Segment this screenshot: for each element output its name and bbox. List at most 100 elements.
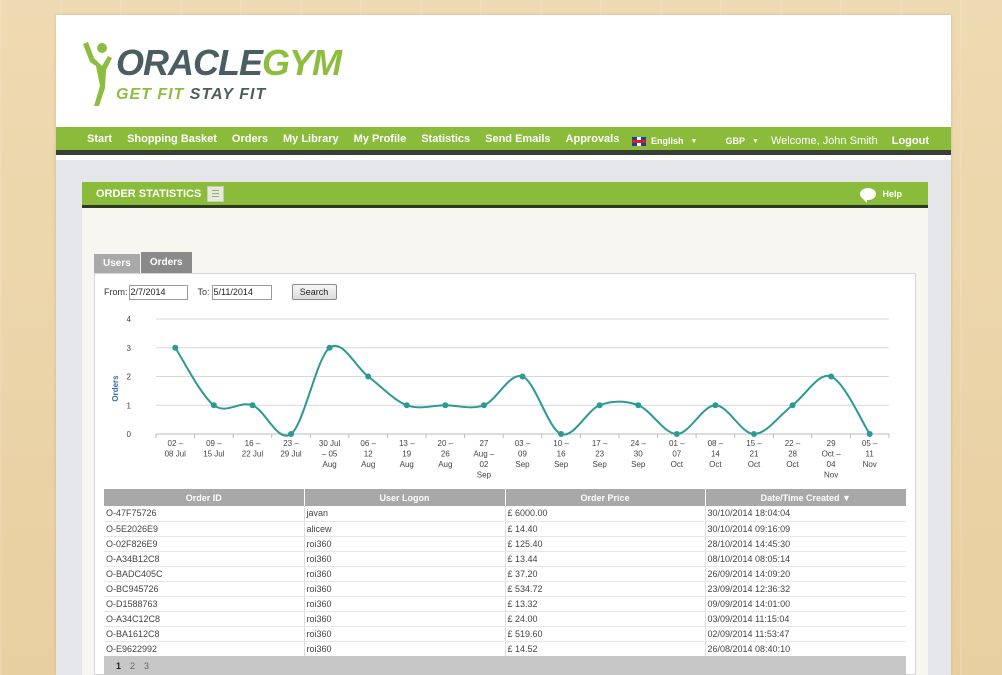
user-logon-cell: alicew: [304, 521, 506, 537]
x-tick-label: Sep: [515, 460, 530, 469]
nav-start[interactable]: Start: [87, 133, 112, 145]
panel-title: ORDER STATISTICS: [96, 187, 202, 200]
y-tick-label: 0: [127, 430, 132, 439]
data-point: [288, 431, 295, 437]
x-tick-label: 07: [672, 450, 681, 459]
x-tick-label: 19: [402, 450, 411, 459]
orders-tab-content: From: To: Search 01234Orders02 –08 Jul09…: [94, 273, 916, 675]
order-id-cell: O-BA1612C8: [104, 626, 305, 642]
date-created-cell: 03/09/2014 11:15:04: [705, 611, 906, 627]
x-tick-label: 09 –: [206, 439, 222, 448]
caret-down-icon: ▼: [752, 137, 759, 145]
order-price-cell: £ 13.32: [505, 596, 706, 612]
x-tick-label: 30 Jul: [319, 439, 341, 448]
x-tick-label: 23: [595, 450, 604, 459]
col-header-order-id[interactable]: Order ID: [104, 489, 305, 506]
nav-right: English ▼ GBP ▼ Welcome, John Smith Logo…: [632, 127, 951, 155]
table-row: O-D1588763 roi360 £ 13.32 09/09/2014 14:01:…: [104, 596, 906, 612]
date-created-cell: 28/10/2014 14:45:30: [705, 536, 906, 552]
orders-line-chart: 01234Orders02 –08 Jul09 –15 Jul16 –22 Ju…: [111, 315, 890, 480]
tab-users[interactable]: Users: [94, 254, 140, 273]
page-3-link[interactable]: 3: [144, 661, 149, 671]
data-point: [712, 402, 719, 409]
x-tick-label: 22 –: [785, 439, 801, 448]
from-label: From:: [104, 287, 128, 297]
order-id-cell: O-A34B12C8: [104, 551, 305, 567]
x-tick-label: 16: [557, 450, 566, 459]
date-created-cell: 08/10/2014 08:05:14: [705, 551, 906, 567]
x-tick-label: 30: [634, 450, 643, 459]
x-tick-label: 20 –: [438, 439, 454, 448]
user-logon-cell: roi360: [304, 566, 506, 582]
x-tick-label: 26: [441, 450, 450, 459]
x-tick-label: 27: [479, 439, 488, 448]
order-price-cell: £ 13.44: [505, 551, 706, 567]
data-point: [828, 373, 835, 380]
col-header-user-logon[interactable]: User Logon: [304, 489, 506, 506]
search-button[interactable]: Search: [291, 284, 337, 300]
help-link[interactable]: Help: [860, 188, 902, 203]
user-logon-cell: javan: [304, 506, 506, 522]
data-point: [365, 373, 372, 380]
x-tick-label: 29: [827, 439, 836, 448]
logo[interactable]: ORACLEGYM GET FIT STAY FIT: [80, 40, 342, 110]
x-tick-label: 22 Jul: [242, 450, 264, 459]
header: ORACLEGYM GET FIT STAY FIT: [56, 15, 951, 127]
nav-my-profile[interactable]: My Profile: [354, 133, 407, 145]
x-tick-label: Sep: [477, 471, 492, 480]
user-logon-cell: roi360: [304, 611, 506, 627]
date-created-cell: 26/08/2014 08:40:10: [705, 641, 906, 657]
x-tick-label: 01 –: [669, 439, 685, 448]
order-price-cell: £ 14.40: [505, 521, 706, 537]
x-tick-label: 15 –: [746, 439, 762, 448]
x-tick-label: 06 –: [360, 439, 376, 448]
language-label: English: [651, 136, 684, 146]
col-header-date-created[interactable]: Date/Time Created ▼: [705, 489, 906, 506]
data-point: [442, 402, 449, 409]
nav-statistics[interactable]: Statistics: [421, 133, 470, 145]
x-tick-label: 04: [827, 460, 836, 469]
currency-select[interactable]: GBP ▼: [725, 136, 758, 146]
from-date-input[interactable]: [128, 284, 188, 300]
x-tick-label: 16 –: [245, 439, 261, 448]
date-created-cell: 09/09/2014 14:01:00: [705, 596, 906, 612]
uk-flag-icon: [632, 136, 647, 146]
data-point: [326, 344, 333, 351]
panel-header: ORDER STATISTICS Help: [82, 182, 928, 208]
nav-send-emails[interactable]: Send Emails: [485, 133, 550, 145]
table-row: O-BC945726 roi360 £ 534.72 23/09/2014 12:36…: [104, 581, 906, 597]
user-logon-cell: roi360: [304, 641, 506, 657]
language-select[interactable]: English ▼: [632, 136, 697, 146]
nav-my-library[interactable]: My Library: [283, 133, 339, 145]
user-logon-cell: roi360: [304, 626, 506, 642]
tab-orders[interactable]: Orders: [140, 252, 192, 273]
orders-series-line: [174, 344, 871, 437]
order-price-cell: £ 519.60: [505, 626, 706, 642]
page-2-link[interactable]: 2: [130, 661, 135, 671]
page-1-link[interactable]: 1: [116, 661, 121, 671]
x-tick-label: Nov: [863, 460, 877, 469]
logo-title: ORACLEGYM: [116, 42, 342, 83]
welcome-text: Welcome, John Smith: [770, 135, 878, 147]
to-date-input[interactable]: [211, 284, 272, 300]
help-label: Help: [882, 189, 902, 199]
content-area: ORDER STATISTICS Help Users Orders From:…: [56, 160, 951, 675]
gym-figure-icon: [83, 42, 112, 106]
currency-label: GBP: [725, 136, 745, 146]
speech-bubble-icon: [860, 188, 877, 203]
col-header-order-price[interactable]: Order Price: [505, 489, 706, 506]
y-tick-label: 1: [127, 401, 132, 410]
nav-shopping-basket[interactable]: Shopping Basket: [127, 133, 217, 145]
table-row: O-A34B12C8 roi360 £ 13.44 08/10/2014 08:05:…: [104, 551, 906, 567]
x-tick-label: Sep: [631, 460, 646, 469]
y-tick-label: 4: [127, 315, 132, 324]
x-tick-label: 11: [866, 450, 875, 459]
x-tick-label: 08 –: [708, 439, 724, 448]
nav-orders[interactable]: Orders: [232, 133, 268, 145]
logout-link[interactable]: Logout: [892, 135, 929, 147]
user-logon-cell: roi360: [304, 581, 506, 597]
order-price-cell: £ 125.40: [505, 536, 706, 552]
table-row: O-E9622992 roi360 £ 14.52 26/08/2014 08:40:…: [104, 641, 906, 657]
order-id-cell: O-BADC405C: [104, 566, 305, 582]
nav-approvals[interactable]: Approvals: [566, 133, 620, 145]
